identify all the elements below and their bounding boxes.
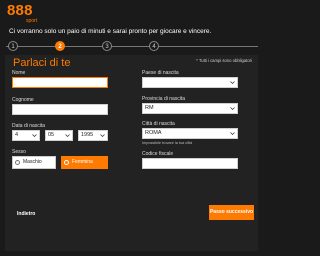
dob-year-select[interactable]: 1995 — [78, 130, 108, 141]
registration-panel: Parlaci di te * Tutti i campi sono obbli… — [5, 55, 258, 251]
nome-label: Nome — [12, 70, 26, 76]
paese-label: Paese di nascita — [142, 70, 179, 76]
radio-selected-icon — [64, 160, 69, 165]
back-button[interactable]: Indietro — [17, 211, 35, 217]
step-1: 1 — [8, 41, 18, 51]
radio-icon — [15, 160, 20, 165]
chevron-down-icon — [230, 107, 235, 111]
cognome-label: Cognome — [12, 97, 34, 103]
provincia-label: Provincia di nascita — [142, 96, 186, 102]
chevron-down-icon — [32, 134, 37, 138]
chevron-down-icon — [230, 81, 235, 85]
dob-year-value: 1995 — [81, 132, 94, 138]
step-2-active: 2 — [55, 41, 65, 51]
citta-value: ROMA — [145, 130, 162, 136]
cognome-input[interactable] — [12, 104, 108, 115]
progress-steps: 1 2 3 4 — [0, 40, 264, 52]
citta-label: Città di nascita — [142, 121, 175, 127]
step-4: 4 — [149, 41, 159, 51]
dob-day-value: 4 — [15, 132, 19, 138]
provincia-value: RM — [145, 105, 154, 111]
required-note: * Tutti i campi sono obbligatori — [196, 58, 252, 63]
chevron-down-icon — [100, 134, 105, 138]
progress-line — [6, 46, 258, 47]
nome-input[interactable] — [12, 77, 108, 88]
paese-select[interactable] — [142, 77, 238, 88]
chevron-down-icon — [65, 134, 70, 138]
intro-text: Ci vorranno solo un paio di minuti e sar… — [9, 28, 212, 35]
gender-female-label: Femmina — [72, 159, 93, 165]
next-step-button[interactable]: Passo successivo — [209, 205, 254, 220]
panel-title: Parlaci di te — [13, 57, 71, 69]
citta-select[interactable]: ROMA — [142, 128, 238, 139]
brand-logo: 888 sport — [7, 2, 43, 26]
step-3: 3 — [102, 41, 112, 51]
codice-fiscale-input[interactable] — [142, 158, 238, 169]
dob-month-select[interactable]: 05 — [45, 130, 73, 141]
gender-male-label: Maschio — [23, 159, 42, 165]
dob-month-value: 05 — [48, 132, 55, 138]
codice-label: Codice fiscale — [142, 151, 174, 157]
citta-hint-link[interactable]: Impossibile trovare la tua città — [142, 141, 192, 145]
gender-male-option[interactable]: Maschio — [12, 156, 56, 169]
gender-female-option[interactable]: Femmina — [61, 156, 108, 169]
chevron-down-icon — [230, 132, 235, 136]
dob-label: Data di nascita — [12, 123, 46, 129]
provincia-select[interactable]: RM — [142, 103, 238, 114]
logo-sub: sport — [26, 18, 38, 24]
dob-day-select[interactable]: 4 — [12, 130, 40, 141]
sesso-label: Sesso — [12, 149, 26, 155]
